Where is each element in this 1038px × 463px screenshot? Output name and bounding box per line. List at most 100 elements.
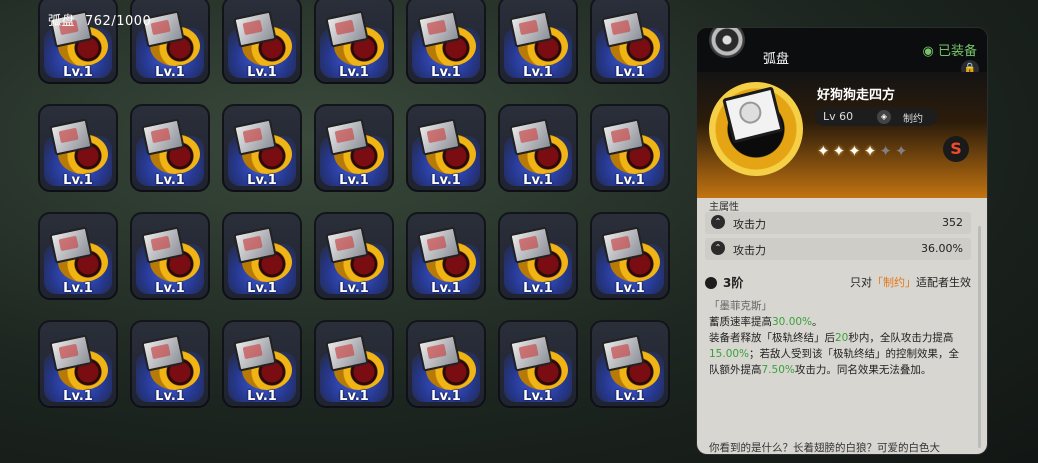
card-level: Lv.1 [615,389,645,404]
disc-name: 好狗狗走四方 [817,88,896,103]
disc-card[interactable]: Lv.1 [130,104,210,192]
tier-label: 3阶 [705,274,743,291]
disc-card[interactable]: Lv.1 [130,212,210,300]
card-level: Lv.1 [339,389,369,404]
stat-name: 攻击力 [733,244,766,257]
card-level: Lv.1 [431,173,461,188]
mode-badge-icon: ◈ [877,110,891,124]
disc-card[interactable]: Lv.1 [406,320,486,408]
stat-name: 攻击力 [733,218,766,231]
disc-card[interactable]: Lv.1 [38,320,118,408]
card-level: Lv.1 [155,65,185,80]
disc-level: Lv 60 [823,110,854,123]
card-level: Lv.1 [431,281,461,296]
disc-card[interactable]: Lv.1 [222,320,302,408]
card-level: Lv.1 [339,65,369,80]
disc-card[interactable]: Lv.1 [222,212,302,300]
main-stat-label: 主属性 [709,202,739,213]
stat-value: 36.00% [921,242,963,255]
flavor-text: 你看到的是什么？长着翅膀的白狼？可爱的白色大 [709,442,940,454]
eye-icon [705,277,717,289]
attack-icon: ⌃ [711,241,725,255]
detail-scrollbar[interactable] [978,226,981,448]
star-icon: ✦ [832,142,849,160]
tier-note-suffix: 适配者生效 [916,276,971,289]
card-level: Lv.1 [155,173,185,188]
effect-text: 蓄质速率提高 [709,316,772,328]
disc-card[interactable]: Lv.1 [498,320,578,408]
star-icon: ✦ [894,142,911,160]
card-level: Lv.1 [247,389,277,404]
star-icon: ✦ [817,142,833,160]
disc-card[interactable]: Lv.1 [314,320,394,408]
effect-value: 15.00% [709,348,750,360]
rank-icon: S [943,136,969,162]
panel-header: 弧盘 ◉ 已装备 🔒 [697,28,987,78]
card-level: Lv.1 [155,281,185,296]
category-label: 弧盘 [48,14,76,29]
disc-card[interactable]: Lv.1 [222,104,302,192]
panel-category-title: 弧盘 [763,52,790,67]
disc-card[interactable]: Lv.1 [590,0,670,84]
effect-text: 攻击力。同名效果无法叠加。 [794,364,932,376]
card-level: Lv.1 [431,389,461,404]
tier-note-highlight: 「制约」 [872,276,916,289]
count-value: 762/1000 [85,14,152,29]
card-level: Lv.1 [63,281,93,296]
disc-card[interactable]: Lv.1 [590,320,670,408]
disc-card[interactable]: Lv.1 [590,212,670,300]
card-level: Lv.1 [523,281,553,296]
star-icon: ✦ [848,142,864,160]
disc-card[interactable]: Lv.1 [406,104,486,192]
card-level: Lv.1 [615,65,645,80]
disc-card[interactable]: Lv.1 [590,104,670,192]
disc-card[interactable]: Lv.1 [498,104,578,192]
disc-card[interactable]: Lv.1 [38,104,118,192]
disc-card[interactable]: Lv.1 [498,212,578,300]
card-level: Lv.1 [523,65,553,80]
effect-text: 。 [812,316,823,328]
effect-value: 7.50% [761,364,795,376]
mode-label: 制约 [903,114,923,125]
star-icon: ✦ [879,142,895,160]
effect-value: 30.00% [772,316,813,328]
disc-card[interactable]: Lv.1 [406,0,486,84]
effect-value: 20 [835,332,849,344]
card-level: Lv.1 [247,281,277,296]
disc-card[interactable]: Lv.1 [38,212,118,300]
card-level: Lv.1 [615,281,645,296]
disc-inventory-grid: 弧盘 762/1000 Lv.1 Lv.1 Lv.1 Lv.1 Lv.1 Lv.1 Lv.1 L… [0,0,680,463]
disc-detail-panel: 弧盘 ◉ 已装备 🔒 好狗狗走四方 Lv 60 ◈ 制约 ✦✦✦✦✦✦ S 主属… [697,28,987,454]
tier-value: 3阶 [723,276,744,290]
card-level: Lv.1 [523,389,553,404]
card-level: Lv.1 [247,65,277,80]
card-level: Lv.1 [63,389,93,404]
equipped-status: ◉ 已装备 [922,44,978,59]
disc-card[interactable]: Lv.1 [498,0,578,84]
panel-body: 主属性 ⌃ 攻击力 352 ⌃ 攻击力 36.00% 3阶 只对「制约」适配者生… [697,198,987,454]
card-level: Lv.1 [339,173,369,188]
effect-description: 「墨菲克斯」 蓄质速率提高30.00%。 装备者释放「极轨终结」后20秒内，全队… [709,298,967,378]
star-icon: ✦ [863,142,880,160]
effect-line-1: 蓄质速率提高30.00%。 [709,314,967,330]
disc-card[interactable]: Lv.1 [130,320,210,408]
stat-row: ⌃ 攻击力 352 [705,212,971,234]
card-level: Lv.1 [247,173,277,188]
disc-card[interactable]: Lv.1 [314,0,394,84]
tier-note: 只对「制约」适配者生效 [850,274,971,290]
card-level: Lv.1 [155,389,185,404]
disc-category-icon [709,28,745,58]
star-rating: ✦✦✦✦✦✦ [817,142,910,160]
effect-text: 装备者释放「极轨终结」后 [709,332,835,344]
disc-card[interactable]: Lv.1 [406,212,486,300]
equipped-label: 已装备 [937,44,977,59]
card-level: Lv.1 [615,173,645,188]
stat-row: ⌃ 攻击力 36.00% [705,238,971,260]
disc-card[interactable]: Lv.1 [222,0,302,84]
effect-line-2: 装备者释放「极轨终结」后20秒内，全队攻击力提高15.00%；若敌人受到该「极轨… [709,330,967,378]
attack-icon: ⌃ [711,215,725,229]
card-level: Lv.1 [63,65,93,80]
disc-card[interactable]: Lv.1 [314,104,394,192]
level-box: Lv 60 ◈ 制约 [815,108,937,126]
disc-card[interactable]: Lv.1 [314,212,394,300]
